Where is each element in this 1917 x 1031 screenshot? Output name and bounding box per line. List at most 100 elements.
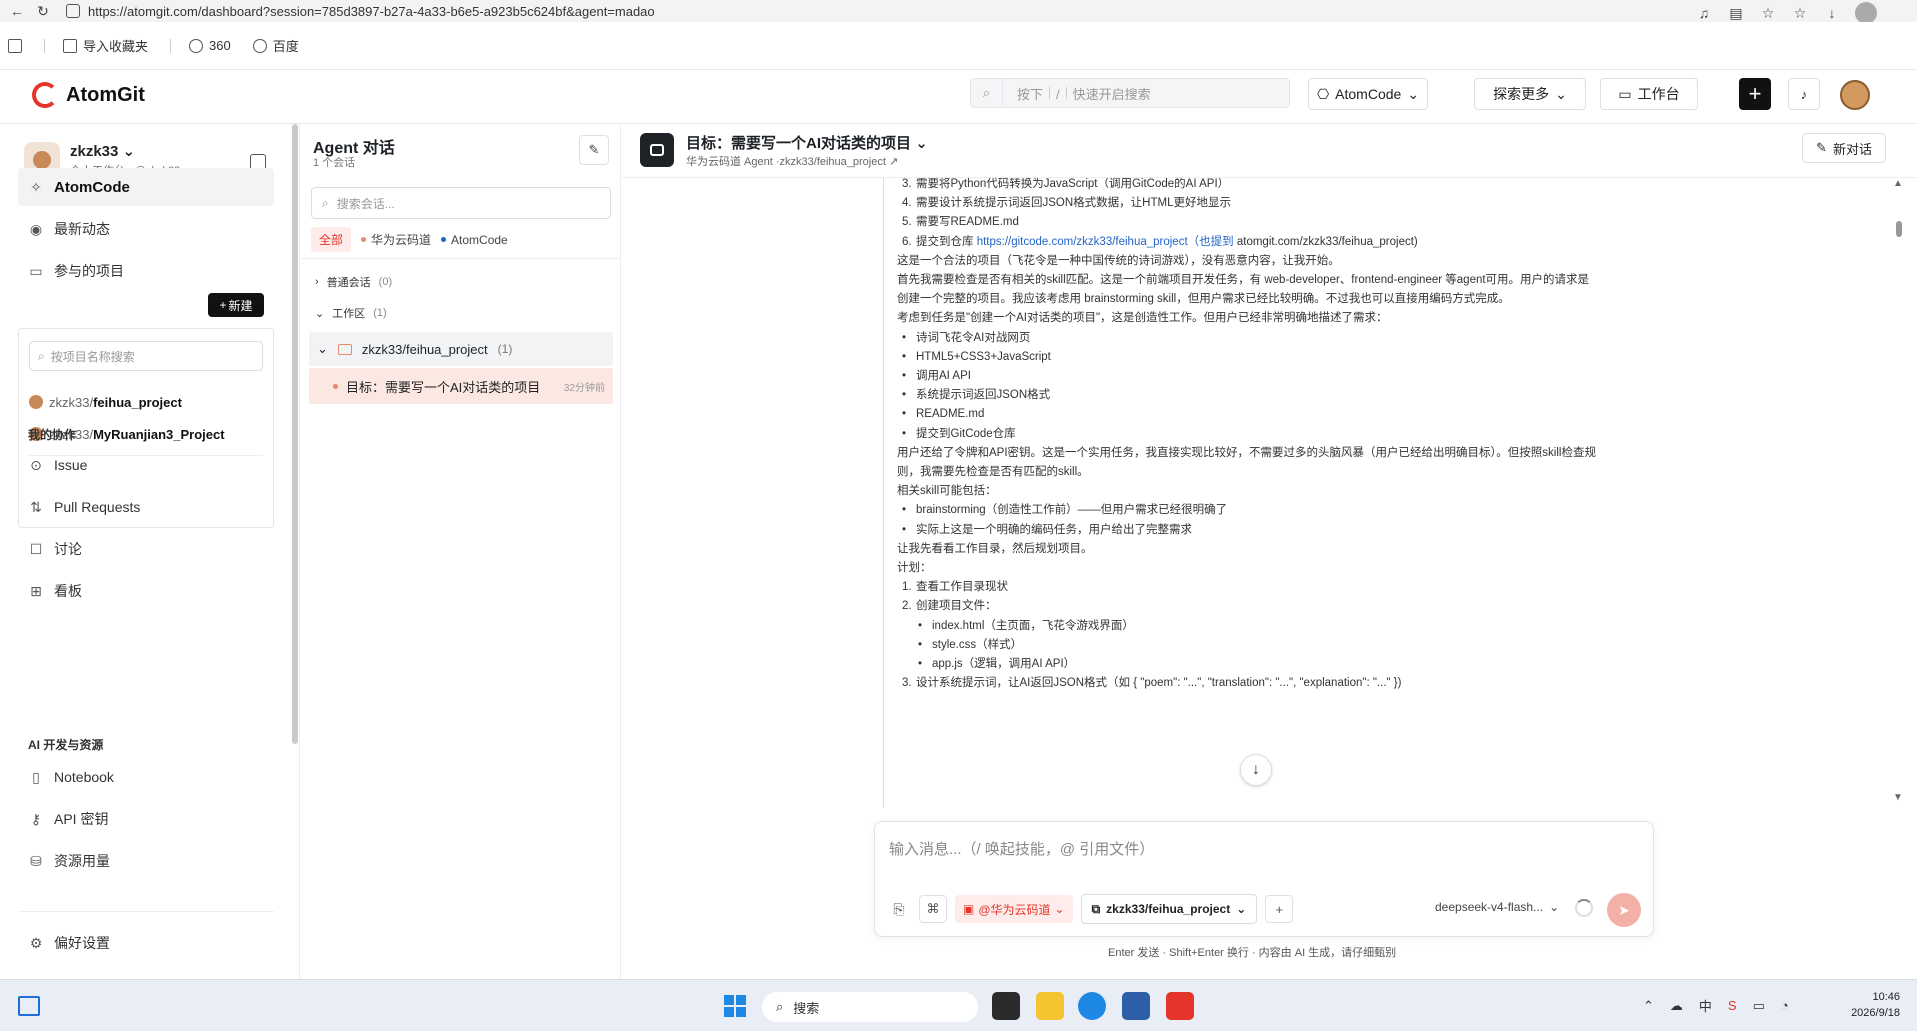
bullet-icon: • [902, 350, 907, 363]
repo-link[interactable]: https://gitcode.com/zkzk33/feihua_projec… [977, 236, 1234, 248]
sidebar-item-label: 讨论 [54, 541, 82, 557]
new-label: 新建 [228, 298, 253, 313]
taskbar-clock[interactable]: 10:46 2026/9/18 [1836, 989, 1900, 1021]
chat-messages: 3. 需要将Python代码转换为JavaScript（调用GitCode的AI … [883, 178, 1883, 808]
taskbar-search[interactable]: ⌕ 搜索 [762, 992, 978, 1022]
model-selector[interactable]: deepseek-v4-flash... ⌄ [1435, 900, 1559, 914]
address-bar[interactable]: https://atomgit.com/dashboard?session=78… [66, 1, 786, 21]
task-view-icon[interactable] [992, 992, 1020, 1020]
filter-atomcode[interactable]: AtomCode [441, 233, 508, 247]
page-info-icon[interactable] [66, 4, 80, 18]
chat-title[interactable]: 目标：需要写一个AI对话类的项目 ⌄ [686, 132, 928, 153]
favorite-star-icon[interactable]: ☆ [1759, 4, 1777, 22]
sidebar-item-notebook[interactable]: ▯ Notebook [18, 758, 274, 796]
notification-icon[interactable]: ♫ [1695, 4, 1713, 22]
line-text: 创建一个完整的项目。我应该考虑用 brainstorming skill，但用户… [897, 293, 1510, 306]
message-line: • brainstorming（创造性工作前）——但用户需求已经很明确了 [902, 502, 1227, 520]
bullet-icon: • [902, 408, 907, 421]
sidebar-item-discussion[interactable]: ☐ 讨论 [18, 530, 274, 568]
new-conversation-icon[interactable]: ✎ [579, 135, 609, 165]
message-line: • HTML5+CSS3+JavaScript [902, 349, 1051, 367]
cloud-off-icon[interactable]: ☁ [1670, 998, 1683, 1014]
chevron-up-icon[interactable]: ⌃ [1643, 998, 1654, 1014]
bookmark-baidu[interactable]: 百度 [252, 36, 299, 55]
agent-label: @华为云码道 [978, 902, 1051, 917]
sidebar-scrollbar[interactable] [292, 124, 298, 744]
widgets-icon[interactable] [18, 996, 40, 1016]
bookmark-import[interactable]: 导入收藏夹 [63, 36, 148, 55]
create-plus-button[interactable]: + [1739, 78, 1771, 110]
sidebar-item-activity[interactable]: ◉ 最新动态 [18, 210, 274, 248]
user-avatar[interactable] [1840, 80, 1870, 110]
sidebar-item-atomcode[interactable]: ✧ AtomCode [18, 168, 274, 206]
filter-all[interactable]: 全部 [311, 227, 352, 252]
start-menu-icon[interactable] [724, 995, 746, 1017]
message-composer[interactable]: 输入消息...（/ 唤起技能，@ 引用文件） ⎘ ⌘ ▣ @华为云码道 ⌄ ⧉ … [874, 821, 1654, 937]
chevron-down-icon: ⌄ [1549, 900, 1560, 914]
ime-indicator[interactable]: 中 [1699, 996, 1712, 1015]
back-icon[interactable]: ← [8, 2, 26, 20]
chevron-down-icon: ⌄ [915, 135, 928, 152]
display-icon[interactable]: ▭ [1753, 998, 1765, 1014]
scroll-to-bottom-button[interactable]: ↓ [1240, 754, 1272, 786]
favorites-icon[interactable]: ☆ [1791, 4, 1809, 22]
project-search-input[interactable]: ⌕ 按项目名称搜索 [29, 341, 263, 371]
project-item[interactable]: zkzk33/feihua_project [29, 391, 182, 413]
scroll-thumb[interactable] [1896, 221, 1902, 237]
status-dot [441, 237, 447, 242]
profile-avatar[interactable] [1855, 2, 1877, 24]
bookmark-360[interactable]: 360 [189, 38, 231, 53]
app-tray-icon[interactable]: S [1728, 998, 1737, 1013]
chat-subtitle[interactable]: 华为云码道 Agent ·zkzk33/feihua_project ↗ [686, 153, 898, 169]
new-chat-button[interactable]: ✎ 新对话 [1802, 133, 1886, 163]
repo-selector[interactable]: ⧉ zkzk33/feihua_project ⌄ [1080, 894, 1258, 924]
chat-scrollbar[interactable]: ▲ ▼ [1893, 178, 1905, 808]
send-button[interactable]: ➤ [1607, 893, 1641, 927]
sidebar-item-issue[interactable]: ⊙ Issue [18, 446, 274, 484]
os-taskbar: ⌕ 搜索 ⌃ ☁ 中 S ▭ ◔ 10:46 2026/9/18 [0, 979, 1917, 1031]
atomcode-dropdown[interactable]: ⎔ AtomCode ⌄ [1308, 78, 1428, 110]
add-context-button[interactable]: + [1265, 895, 1294, 923]
bookmark-separator [44, 38, 45, 53]
chevron-down-icon: ⌄ [1054, 902, 1065, 916]
bookmark-panel-icon[interactable] [8, 38, 22, 53]
edit-icon: ✎ [1816, 140, 1827, 155]
plus-icon: + [219, 298, 227, 312]
conversation-search-input[interactable]: ⌕ 搜索会话... [311, 187, 611, 219]
sidebar-item-pull-requests[interactable]: ⇅ Pull Requests [18, 488, 274, 526]
reader-icon[interactable]: ▤ [1727, 4, 1745, 22]
reload-icon[interactable]: ↻ [34, 2, 52, 20]
group-normal[interactable]: › 普通会话 (0) [315, 274, 392, 290]
sidebar-item-usage[interactable]: ⛁ 资源用量 [18, 842, 274, 880]
command-icon[interactable]: ⌘ [919, 895, 947, 923]
global-search[interactable]: ⌕ 按下 / 快速开启搜索 [970, 78, 1290, 108]
workspace-item[interactable]: ⌄ zkzk33/feihua_project (1) [309, 332, 613, 366]
sidebar-item-board[interactable]: ⊞ 看板 [18, 572, 274, 610]
store-icon[interactable] [1122, 992, 1150, 1020]
atomgit-logo[interactable]: AtomGit [32, 82, 145, 108]
scroll-up-icon[interactable]: ▲ [1893, 178, 1903, 189]
project-search-placeholder: 按项目名称搜索 [50, 349, 135, 364]
new-project-button[interactable]: + 新建 [208, 293, 264, 317]
bookmark-label: 导入收藏夹 [83, 39, 149, 54]
sidebar-item-projects[interactable]: ▭ 参与的项目 [18, 252, 274, 290]
sidebar-item-settings[interactable]: ⚙ 偏好设置 [18, 924, 274, 962]
explore-dropdown[interactable]: 探索更多 ⌄ [1474, 78, 1586, 110]
agent-selector[interactable]: ▣ @华为云码道 ⌄ [955, 895, 1073, 923]
workbench-button[interactable]: ▭ 工作台 [1600, 78, 1698, 110]
download-icon[interactable]: ↓ [1823, 4, 1841, 22]
network-icon[interactable]: ◔ [1781, 998, 1789, 1013]
bullet-icon: • [918, 658, 923, 670]
status-dot [361, 237, 367, 242]
bell-icon[interactable]: ♪ [1788, 78, 1820, 110]
group-workspace[interactable]: ⌄ 工作区 (1) [315, 305, 387, 321]
file-explorer-icon[interactable] [1036, 992, 1064, 1020]
sidebar-item-api-keys[interactable]: ⚷ API 密钥 [18, 800, 274, 838]
session-item[interactable]: 目标：需要写一个AI对话类的项目 32分钟前 [309, 368, 613, 404]
filter-huawei[interactable]: 华为云码道 [361, 231, 431, 248]
scroll-down-arrow-icon[interactable]: ▼ [1893, 792, 1903, 803]
attach-icon[interactable]: ⎘ [887, 895, 911, 923]
group-label: 普通会话 [326, 277, 371, 289]
wps-icon[interactable] [1166, 992, 1194, 1020]
edge-browser-icon[interactable] [1078, 992, 1106, 1020]
